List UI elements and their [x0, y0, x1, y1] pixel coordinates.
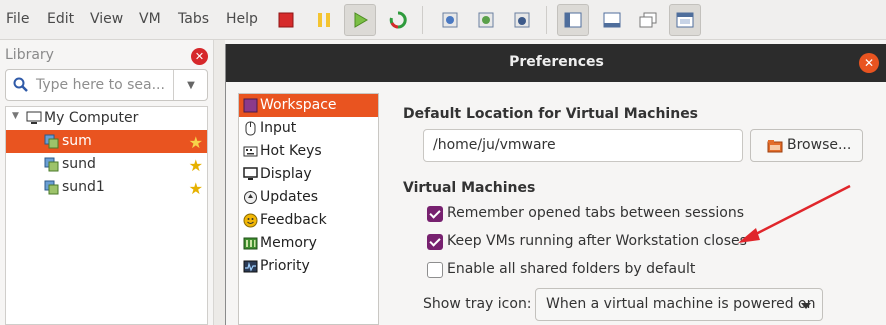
shared-folders-checkbox[interactable] [427, 262, 443, 278]
menu-view[interactable]: View [90, 11, 123, 27]
search-placeholder: Type here to sea... [36, 77, 165, 93]
favorite-star-icon[interactable]: ★ [189, 133, 203, 152]
toolbar-separator [422, 6, 423, 34]
dialog-title: Preferences [509, 54, 604, 70]
vm-heading: Virtual Machines [403, 180, 536, 196]
favorite-star-icon[interactable]: ★ [189, 179, 203, 198]
suspend-icon[interactable] [308, 4, 340, 36]
library-view-icon[interactable] [557, 4, 589, 36]
category-label: Updates [260, 189, 318, 205]
menu-edit[interactable]: Edit [47, 11, 74, 27]
category-label: Input [260, 120, 297, 136]
category-label: Memory [260, 235, 317, 251]
category-label: Feedback [260, 212, 327, 228]
tree-item-label: sund1 [62, 179, 105, 195]
category-label: Hot Keys [260, 143, 322, 159]
shared-folders-label[interactable]: Enable all shared folders by default [447, 261, 695, 277]
category-updates[interactable]: Updates [239, 186, 378, 209]
chevron-down-icon: ▼ [187, 79, 195, 91]
tree-item-my-computer[interactable]: ▼ My Computer [6, 107, 207, 130]
category-feedback[interactable]: Feedback [239, 209, 378, 232]
category-display[interactable]: Display [239, 163, 378, 186]
pane-splitter[interactable] [213, 40, 225, 325]
preferences-dialog: Preferences ✕ Workspace Input Hot Keys D… [225, 44, 886, 325]
smiley-icon [243, 213, 258, 228]
vm-icon [44, 134, 59, 149]
display-icon [243, 167, 258, 180]
library-search-input[interactable]: Type here to sea... ▼ [5, 69, 208, 101]
vm-tree: ▼ My Computer sum ★ sund ★ sund1 ★ [5, 106, 208, 325]
tray-icon-value: When a virtual machine is powered on [546, 296, 816, 312]
close-library-icon[interactable]: ✕ [191, 48, 208, 65]
category-hot-keys[interactable]: Hot Keys [239, 140, 378, 163]
restart-icon[interactable] [382, 4, 414, 36]
library-title: Library [5, 47, 54, 63]
unity-icon[interactable] [632, 4, 664, 36]
tree-item-label: sum [62, 133, 92, 149]
close-dialog-icon[interactable]: ✕ [859, 53, 879, 73]
menu-file[interactable]: File [6, 11, 29, 27]
category-label: Workspace [260, 97, 337, 113]
revert-snapshot-icon[interactable] [470, 4, 502, 36]
browse-button[interactable]: Browse... [750, 129, 863, 162]
computer-icon [26, 111, 42, 124]
power-off-icon[interactable] [270, 4, 302, 36]
expander-icon[interactable]: ▼ [12, 111, 19, 121]
category-memory[interactable]: Memory [239, 232, 378, 255]
menu-help[interactable]: Help [226, 11, 258, 27]
tray-icon-select[interactable]: When a virtual machine is powered on [535, 288, 823, 321]
status-bar-icon[interactable] [596, 4, 628, 36]
power-on-icon[interactable] [344, 4, 376, 36]
folder-icon [767, 140, 783, 153]
menu-tabs[interactable]: Tabs [178, 11, 209, 27]
toolbar-separator [546, 6, 547, 34]
default-location-heading: Default Location for Virtual Machines [403, 106, 699, 122]
priority-icon [243, 260, 258, 273]
memory-icon [243, 237, 258, 250]
tree-item-sund1[interactable]: sund1 ★ [6, 176, 207, 199]
dialog-titlebar[interactable]: Preferences ✕ [226, 44, 886, 82]
category-workspace[interactable]: Workspace [239, 94, 378, 117]
search-icon [13, 77, 28, 92]
category-label: Priority [260, 258, 310, 274]
tree-item-label: My Computer [44, 110, 139, 126]
keep-vms-running-label[interactable]: Keep VMs running after Workstation close… [447, 233, 747, 249]
remember-tabs-checkbox[interactable] [427, 206, 443, 222]
library-panel: Library ✕ Type here to sea... ▼ ▼ My Com… [0, 40, 213, 325]
vm-icon [44, 180, 59, 195]
vm-icon [44, 157, 59, 172]
keyboard-icon [243, 146, 258, 157]
menu-vm[interactable]: VM [139, 11, 161, 27]
default-location-input[interactable]: /home/ju/vmware [423, 129, 743, 162]
category-label: Display [260, 166, 312, 182]
snapshot-manager-icon[interactable] [506, 4, 538, 36]
category-input[interactable]: Input [239, 117, 378, 140]
browse-label: Browse... [787, 137, 852, 153]
remember-tabs-label[interactable]: Remember opened tabs between sessions [447, 205, 744, 221]
tree-item-sum[interactable]: sum ★ [6, 130, 207, 153]
mouse-icon [245, 121, 256, 136]
keep-vms-running-checkbox[interactable] [427, 234, 443, 250]
snapshot-icon[interactable] [434, 4, 466, 36]
favorite-star-icon[interactable]: ★ [189, 156, 203, 175]
updates-icon [244, 191, 257, 204]
tree-item-label: sund [62, 156, 96, 172]
menu-toolbar: File Edit View VM Tabs Help [0, 0, 886, 40]
default-location-value: /home/ju/vmware [433, 137, 556, 153]
tray-icon-label: Show tray icon: [423, 296, 532, 312]
search-dropdown-button[interactable]: ▼ [173, 70, 208, 100]
category-priority[interactable]: Priority [239, 255, 378, 278]
category-list: Workspace Input Hot Keys Display Updates… [238, 93, 379, 325]
fullscreen-icon[interactable] [669, 4, 701, 36]
chevron-down-icon [801, 303, 811, 309]
tree-item-sund[interactable]: sund ★ [6, 153, 207, 176]
workspace-icon [243, 98, 258, 113]
